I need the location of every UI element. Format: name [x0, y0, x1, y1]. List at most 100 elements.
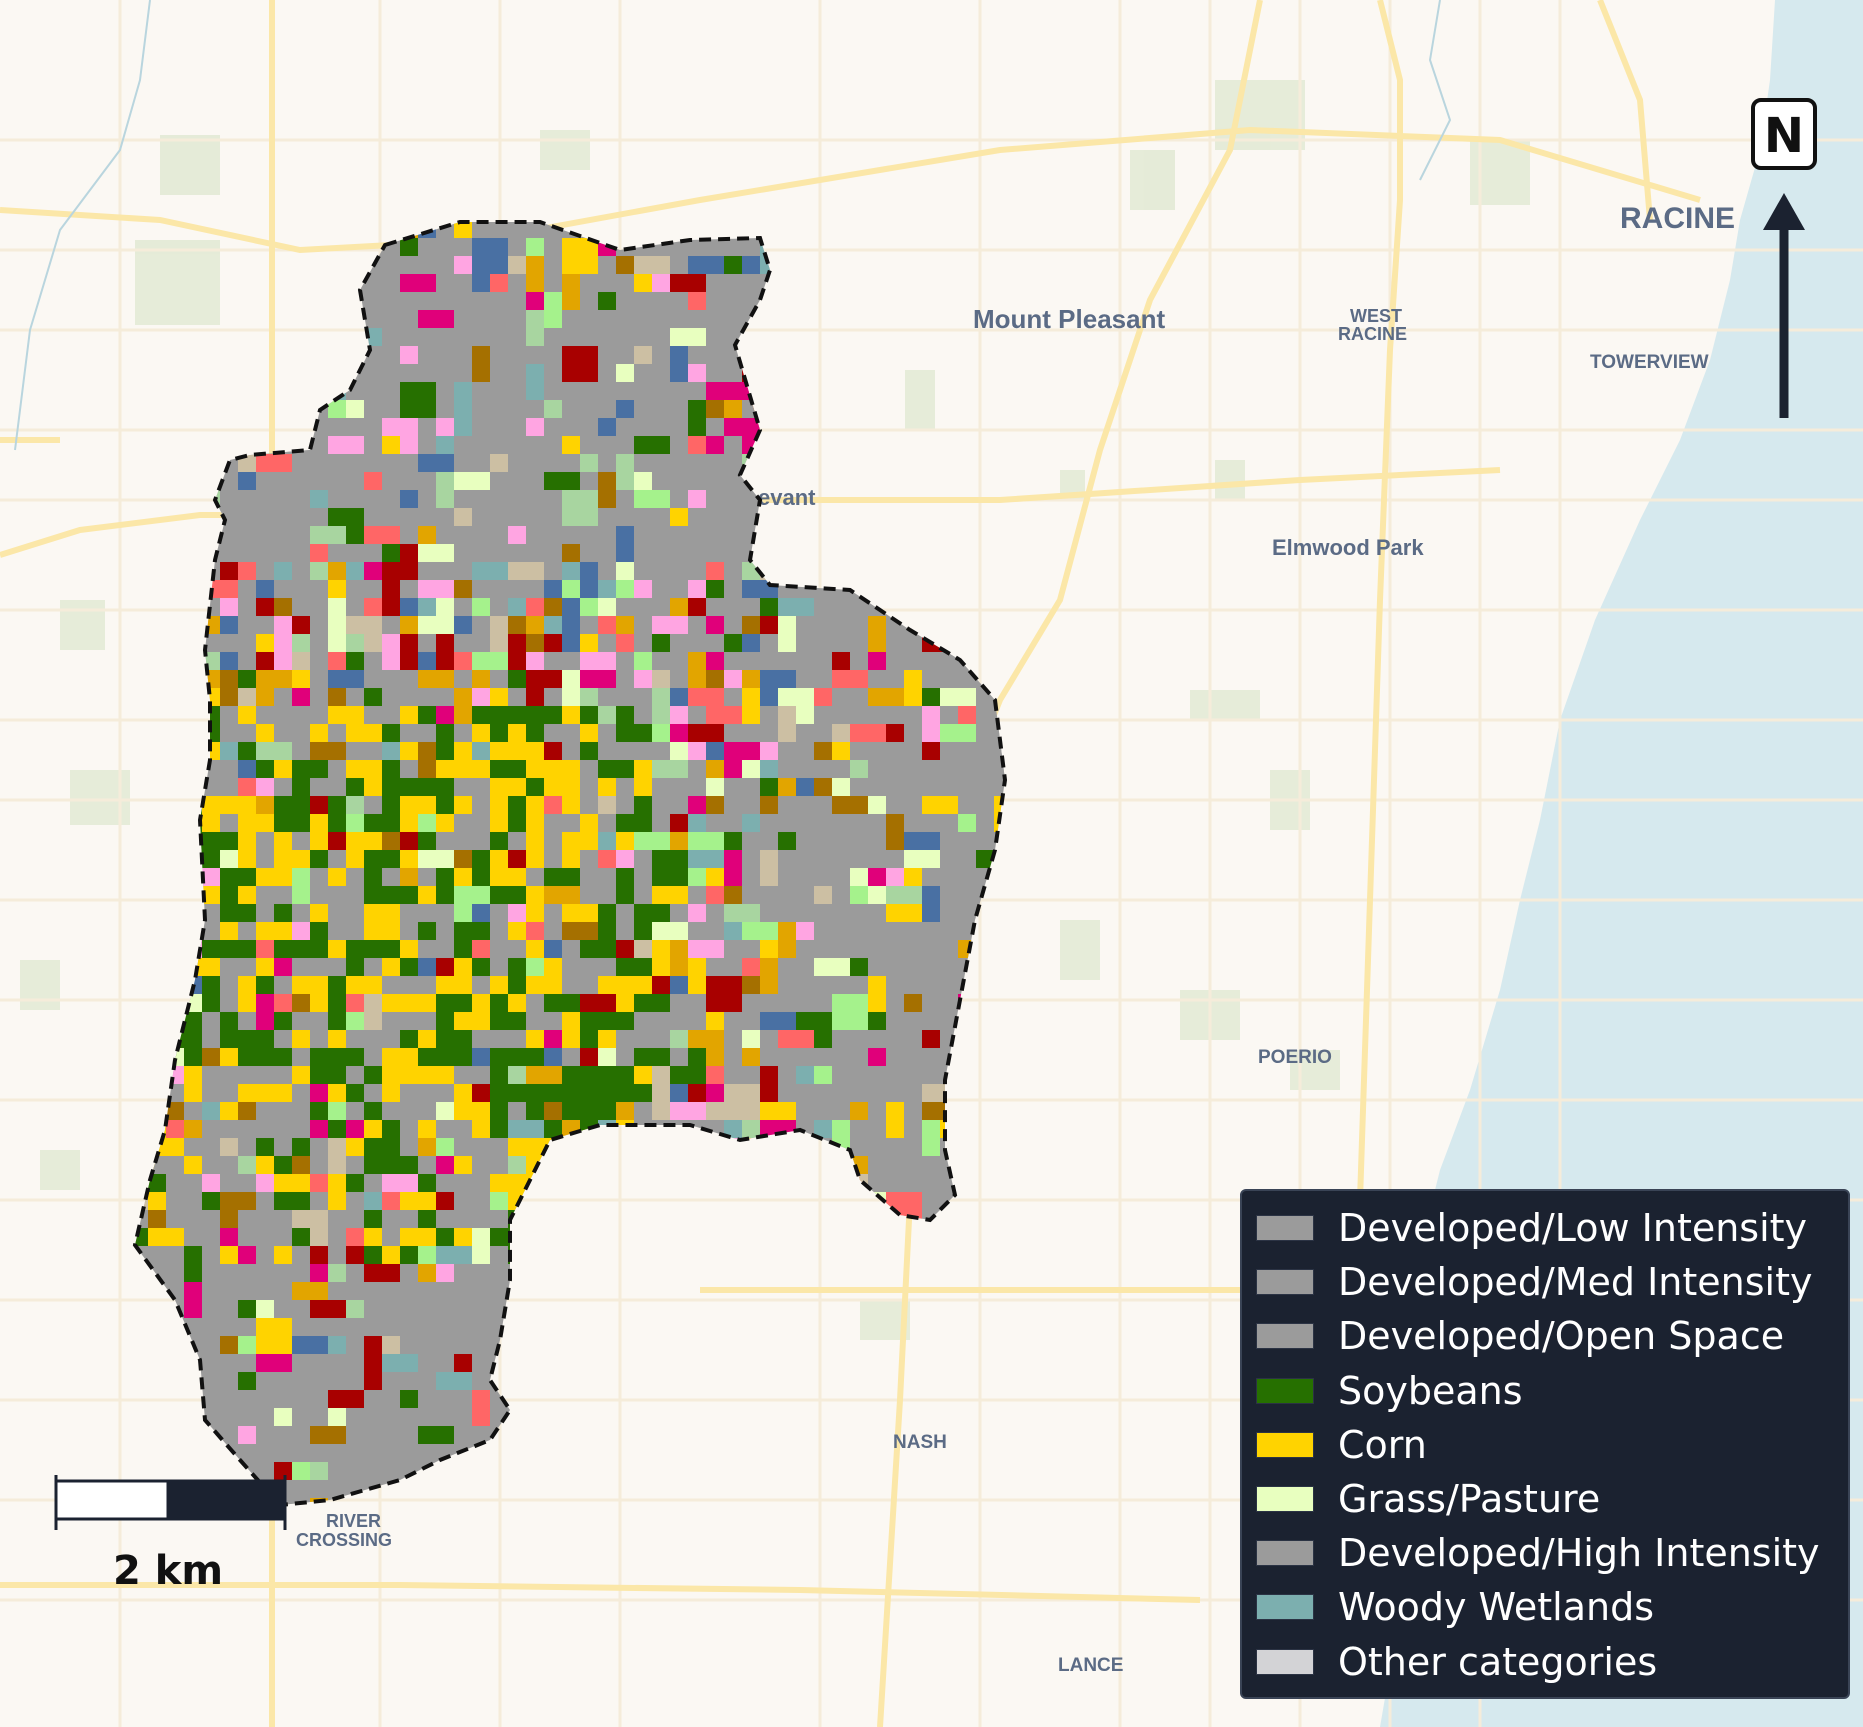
land-cover-cell: [472, 940, 490, 958]
land-cover-cell: [454, 1120, 472, 1138]
land-cover-cell: [490, 1048, 508, 1084]
land-cover-cell: [184, 724, 220, 742]
land-cover-cell: [184, 850, 202, 886]
land-cover-cell: [904, 850, 940, 868]
land-cover-cell: [526, 364, 544, 400]
land-cover-cell: [562, 1102, 580, 1120]
land-cover-cell: [418, 1138, 436, 1156]
land-cover-cell: [580, 904, 598, 922]
land-cover-cell: [328, 346, 364, 364]
land-cover-cell: [814, 778, 832, 796]
land-cover-cell: [868, 652, 886, 670]
land-cover-cell: [400, 742, 418, 760]
land-cover-cell: [994, 904, 1005, 940]
scale-bar: 2 km: [54, 1475, 287, 1594]
land-cover-cell: [148, 724, 184, 742]
land-cover-cell: [508, 634, 526, 652]
land-cover-cell: [760, 1156, 796, 1174]
land-cover-cell: [346, 1048, 364, 1066]
land-cover-cell: [418, 922, 436, 940]
land-cover-cell: [490, 886, 508, 904]
land-cover-cell: [490, 796, 508, 832]
land-cover-cell: [688, 346, 706, 364]
land-cover-cell: [778, 706, 796, 742]
land-cover-cell: [688, 490, 706, 508]
place-label-towerview: TOWERVIEW: [1590, 352, 1709, 373]
land-cover-cell: [634, 1462, 652, 1498]
land-cover-cell: [562, 1282, 580, 1300]
land-cover-cell: [598, 598, 616, 616]
land-cover-cell: [544, 652, 580, 670]
legend-label: Soybeans: [1338, 1368, 1523, 1413]
land-cover-cell: [346, 400, 364, 418]
land-cover-cell: [724, 850, 742, 886]
land-cover-cell: [724, 796, 742, 814]
land-cover-cell: [472, 1390, 490, 1426]
land-cover-cell: [598, 940, 616, 958]
land-cover-cell: [418, 1210, 436, 1228]
land-cover-cell: [742, 1318, 760, 1354]
land-cover-cell: [202, 940, 220, 958]
land-cover-cell: [238, 688, 256, 706]
land-cover-cell: [508, 886, 526, 904]
land-cover-cell: [904, 508, 940, 526]
land-cover-cell: [418, 222, 436, 238]
land-cover-cell: [760, 1030, 778, 1048]
land-cover-cell: [238, 904, 256, 922]
land-cover-cell: [400, 778, 418, 796]
land-cover-cell: [688, 1156, 706, 1174]
land-cover-cell: [616, 1084, 652, 1102]
land-cover-cell: [490, 274, 508, 292]
land-cover-cell: [796, 1264, 814, 1282]
land-cover-cell: [310, 1426, 346, 1444]
land-cover-cell: [994, 1246, 1005, 1264]
land-cover-cell: [706, 976, 742, 1012]
land-cover-cell: [238, 472, 256, 490]
land-cover-cell: [742, 814, 760, 832]
land-cover-cell: [292, 1228, 310, 1246]
land-cover-cell: [562, 904, 580, 922]
land-cover-cell: [958, 544, 994, 580]
land-cover-cell: [886, 508, 904, 544]
land-cover-cell: [490, 706, 526, 724]
land-cover-cell: [310, 310, 346, 328]
land-cover-cell: [256, 994, 274, 1030]
land-cover-cell: [418, 616, 454, 634]
land-cover-cell: [364, 688, 382, 706]
land-cover-cell: [292, 1336, 328, 1354]
land-cover-cell: [184, 1012, 202, 1030]
land-cover-cell: [598, 760, 616, 778]
land-cover-cell: [454, 418, 472, 436]
land-cover-cell: [544, 958, 562, 976]
land-cover-cell: [526, 1066, 562, 1084]
land-cover-cell: [292, 868, 310, 904]
legend-item: Developed/High Intensity: [1256, 1526, 1834, 1580]
land-cover-cell: [400, 1174, 418, 1192]
land-cover-cell: [598, 706, 616, 724]
land-cover-cell: [148, 526, 166, 544]
land-cover-cell: [135, 742, 148, 760]
land-cover-cell: [760, 1174, 796, 1210]
land-cover-cell: [562, 922, 598, 940]
land-cover-cell: [598, 742, 616, 760]
land-cover-cell: [598, 1174, 616, 1192]
land-cover-cell: [310, 760, 328, 778]
land-cover-cell: [814, 544, 832, 562]
land-cover-cell: [670, 1138, 688, 1156]
land-cover-cell: [742, 778, 760, 796]
place-label-west-racine: RACINE: [1338, 324, 1407, 344]
land-cover-cell: [508, 688, 526, 706]
land-cover-cell: [382, 958, 400, 976]
land-cover-cell: [184, 328, 202, 364]
land-cover-cell: [400, 222, 418, 238]
land-cover-cell: [760, 364, 778, 382]
land-cover-cell: [742, 634, 760, 652]
land-cover-cell: [688, 1246, 724, 1264]
land-cover-cell: [796, 364, 832, 382]
land-cover-cell: [706, 850, 724, 868]
land-cover-cell: [796, 1174, 814, 1192]
land-cover-cell: [400, 958, 418, 976]
land-cover-cell: [382, 1120, 400, 1138]
land-cover-cell: [994, 256, 1005, 292]
land-cover-cell: [598, 1048, 616, 1066]
